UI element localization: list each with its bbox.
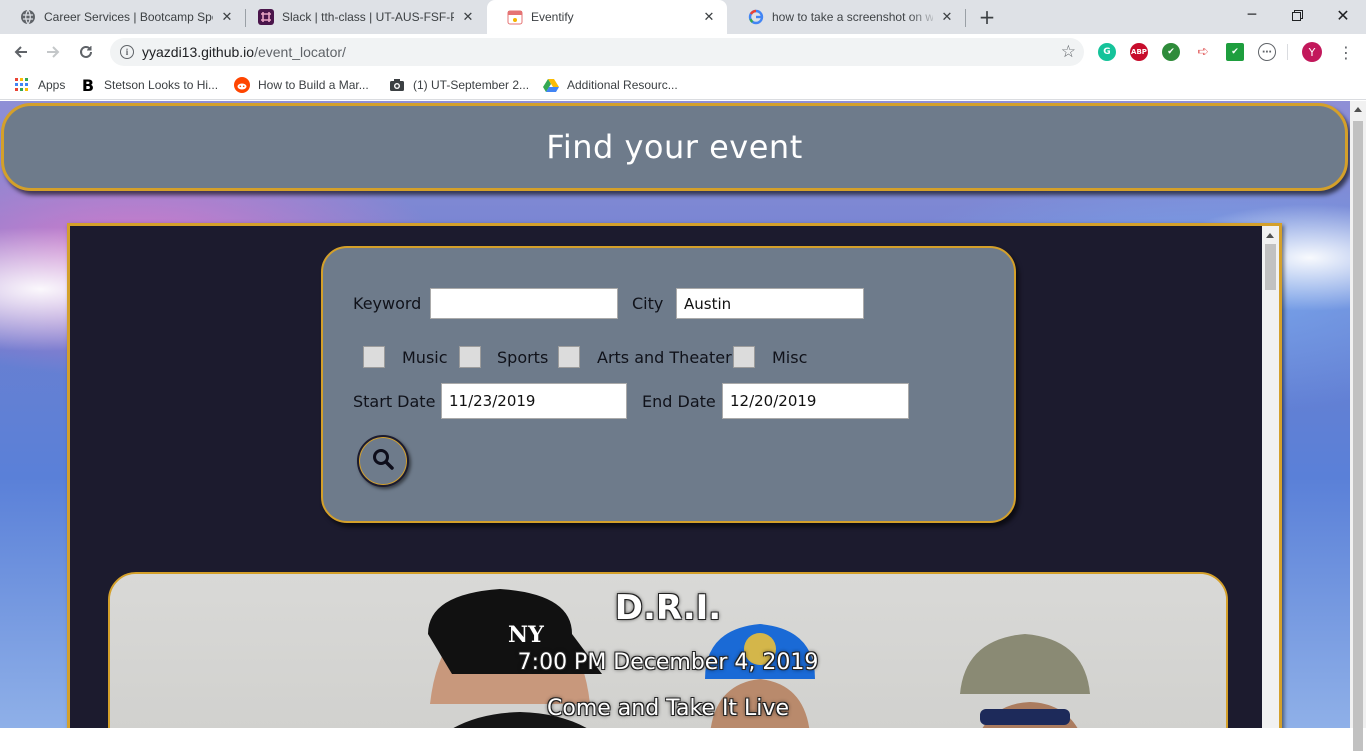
arts-theater-label: Arts and Theater — [597, 348, 732, 367]
tab-google-search[interactable]: how to take a screenshot on windows ✕ — [728, 0, 965, 34]
event-name: D.R.I. — [614, 588, 722, 628]
page-title: Find your event — [546, 128, 803, 166]
keyword-label: Keyword — [353, 294, 422, 313]
start-date-label: Start Date — [353, 392, 436, 411]
misc-checkbox[interactable] — [733, 346, 755, 368]
music-label: Music — [402, 348, 448, 367]
search-button[interactable] — [357, 435, 409, 487]
bookmark-apps[interactable]: Apps — [14, 76, 65, 94]
clock-ext-icon[interactable]: ⋯ — [1258, 43, 1276, 61]
end-date-input[interactable] — [722, 383, 909, 419]
bookmark-additional-resources[interactable]: Additional Resourc... — [543, 76, 678, 94]
close-tab-icon[interactable]: ✕ — [460, 9, 476, 25]
tab-career-services[interactable]: Career Services | Bootcamp Spot ✕ — [0, 0, 245, 34]
close-tab-icon[interactable]: ✕ — [939, 9, 955, 25]
close-window-button[interactable]: ✕ — [1320, 0, 1366, 30]
tab-slack[interactable]: Slack | tth-class | UT-AUS-FSF-PT ✕ — [238, 0, 486, 34]
url-text: yyazdi13.github.io/event_locator/ — [142, 44, 346, 60]
end-date-label: End Date — [642, 392, 716, 411]
city-label: City — [632, 294, 664, 313]
reddit-icon — [234, 77, 250, 93]
grammarly-icon[interactable]: G — [1098, 43, 1116, 61]
start-date-input[interactable] — [441, 383, 627, 419]
city-input[interactable] — [676, 288, 864, 319]
tab-eventify[interactable]: Eventify ✕ — [487, 0, 727, 34]
inner-scrollbar[interactable] — [1262, 226, 1279, 728]
new-tab-button[interactable]: + — [976, 6, 998, 28]
task-check-icon[interactable]: ✔ — [1226, 43, 1244, 61]
misc-label: Misc — [772, 348, 808, 367]
music-checkbox[interactable] — [363, 346, 385, 368]
forward-button[interactable] — [41, 40, 65, 64]
apps-grid-icon — [14, 77, 30, 93]
arrow-ext-icon[interactable]: ➪ — [1194, 43, 1212, 61]
globe-icon — [20, 9, 36, 25]
keyword-input[interactable] — [430, 288, 618, 319]
event-locator-container: Keyword City Music Sports Arts and Theat… — [67, 223, 1282, 728]
tab-strip: Career Services | Bootcamp Spot ✕ Slack … — [0, 0, 1366, 34]
search-form: Keyword City Music Sports Arts and Theat… — [321, 246, 1016, 523]
sports-label: Sports — [497, 348, 549, 367]
bold-b-icon: B — [81, 75, 95, 95]
close-tab-icon[interactable]: ✕ — [219, 9, 235, 25]
event-venue: Come and Take It Live — [547, 696, 789, 721]
bookmark-star-icon[interactable]: ☆ — [1061, 42, 1076, 62]
close-tab-icon[interactable]: ✕ — [701, 9, 717, 25]
sports-checkbox[interactable] — [459, 346, 481, 368]
address-bar[interactable]: i yyazdi13.github.io/event_locator/ ☆ — [110, 38, 1084, 66]
search-icon — [371, 447, 395, 475]
calendar-icon — [507, 9, 523, 25]
drive-icon — [543, 77, 559, 93]
menu-kebab-icon[interactable]: ⋮ — [1334, 40, 1358, 64]
back-button[interactable] — [9, 40, 33, 64]
bookmarks-bar: Apps B Stetson Looks to Hi... How to Bui… — [0, 70, 1366, 100]
arts-theater-checkbox[interactable] — [558, 346, 580, 368]
bookmark-ut-september[interactable]: (1) UT-September 2... — [389, 76, 529, 94]
event-datetime: 7:00 PM December 4, 2019 — [517, 650, 819, 675]
page-scroll-thumb[interactable] — [1353, 121, 1363, 751]
browser-toolbar: i yyazdi13.github.io/event_locator/ ☆ G … — [0, 34, 1366, 70]
adblock-icon[interactable]: ABP — [1130, 43, 1148, 61]
page-viewport: Find your event Keyword City Music Sport… — [0, 101, 1350, 728]
inner-scroll-thumb[interactable] — [1265, 244, 1276, 290]
page-scrollbar[interactable] — [1350, 101, 1366, 751]
page-header: Find your event — [1, 103, 1348, 191]
minimize-button[interactable]: ─ — [1229, 0, 1275, 30]
slack-icon — [258, 9, 274, 25]
restore-button[interactable] — [1274, 0, 1320, 30]
check-icon[interactable]: ✔ — [1162, 43, 1180, 61]
bookmark-stetson[interactable]: B Stetson Looks to Hi... — [80, 75, 218, 95]
reload-button[interactable] — [74, 40, 98, 64]
site-info-icon[interactable]: i — [120, 45, 134, 59]
profile-avatar[interactable]: Y — [1302, 42, 1322, 62]
bookmark-reddit[interactable]: How to Build a Mar... — [234, 76, 369, 94]
event-card[interactable]: NY D.R.I. 7:00 PM December 4, 2019 Come … — [108, 572, 1228, 728]
google-icon — [748, 9, 764, 25]
camera-icon — [389, 77, 405, 93]
